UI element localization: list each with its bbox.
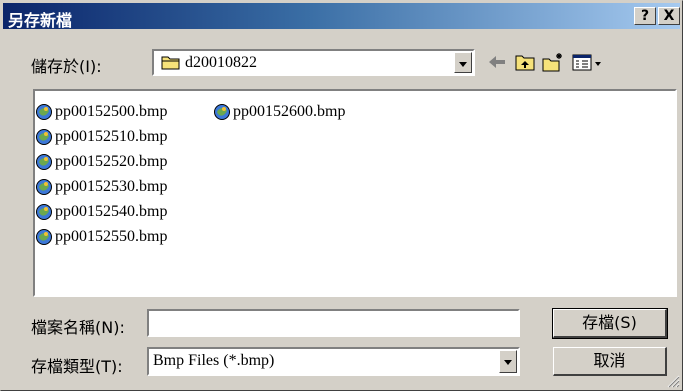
bitmap-file-icon <box>36 154 52 170</box>
file-item[interactable]: pp00152530.bmp <box>35 176 167 198</box>
file-item[interactable]: pp00152540.bmp <box>35 201 167 223</box>
title-bar[interactable]: 另存新檔 ? X <box>3 3 680 30</box>
file-item[interactable]: pp00152510.bmp <box>35 126 167 148</box>
cancel-button[interactable]: 取消 <box>553 347 667 376</box>
bitmap-file-icon <box>36 179 52 195</box>
file-item[interactable]: pp00152550.bmp <box>35 226 167 248</box>
file-item[interactable]: pp00152500.bmp <box>35 101 167 123</box>
close-button[interactable]: X <box>658 7 680 25</box>
new-folder-icon[interactable] <box>541 51 565 73</box>
file-name: pp00152530.bmp <box>55 178 168 195</box>
filename-input[interactable] <box>147 309 520 337</box>
file-item[interactable]: pp00152600.bmp <box>213 101 345 123</box>
file-name: pp00152550.bmp <box>55 228 168 245</box>
up-folder-icon[interactable] <box>513 51 537 73</box>
resize-grip[interactable] <box>666 374 680 388</box>
back-arrow-icon[interactable] <box>485 51 509 73</box>
view-menu-icon[interactable] <box>571 51 605 73</box>
file-name: pp00152500.bmp <box>55 103 168 120</box>
file-name: pp00152510.bmp <box>55 128 168 145</box>
filetype-label: 存檔類型(T): <box>31 357 123 376</box>
window-title: 另存新檔 <box>8 11 73 30</box>
help-button[interactable]: ? <box>634 7 656 25</box>
filename-label: 檔案名稱(N): <box>31 318 125 337</box>
file-list[interactable]: pp00152500.bmp pp00152510.bmp pp00152520… <box>33 89 677 297</box>
file-item[interactable]: pp00152520.bmp <box>35 151 167 173</box>
file-name: pp00152540.bmp <box>55 203 168 220</box>
bitmap-file-icon <box>36 204 52 220</box>
save-as-dialog: 另存新檔 ? X 儲存於(I): d20010822 pp00152500.bm… <box>0 0 683 391</box>
save-in-dropdown[interactable]: d20010822 <box>152 49 475 76</box>
filetype-value: Bmp Files (*.bmp) <box>153 352 275 369</box>
bitmap-file-icon <box>36 104 52 120</box>
bitmap-file-icon <box>36 229 52 245</box>
file-name: pp00152520.bmp <box>55 153 168 170</box>
save-in-dropdown-arrow[interactable] <box>454 52 472 73</box>
save-in-value: d20010822 <box>185 54 257 71</box>
file-name: pp00152600.bmp <box>233 103 346 120</box>
bitmap-file-icon <box>214 104 230 120</box>
save-in-label: 儲存於(I): <box>31 57 102 76</box>
filetype-dropdown[interactable]: Bmp Files (*.bmp) <box>147 347 520 376</box>
folder-icon <box>161 56 180 70</box>
save-button[interactable]: 存檔(S) <box>552 308 668 339</box>
filetype-dropdown-arrow[interactable] <box>499 350 517 373</box>
bitmap-file-icon <box>36 129 52 145</box>
